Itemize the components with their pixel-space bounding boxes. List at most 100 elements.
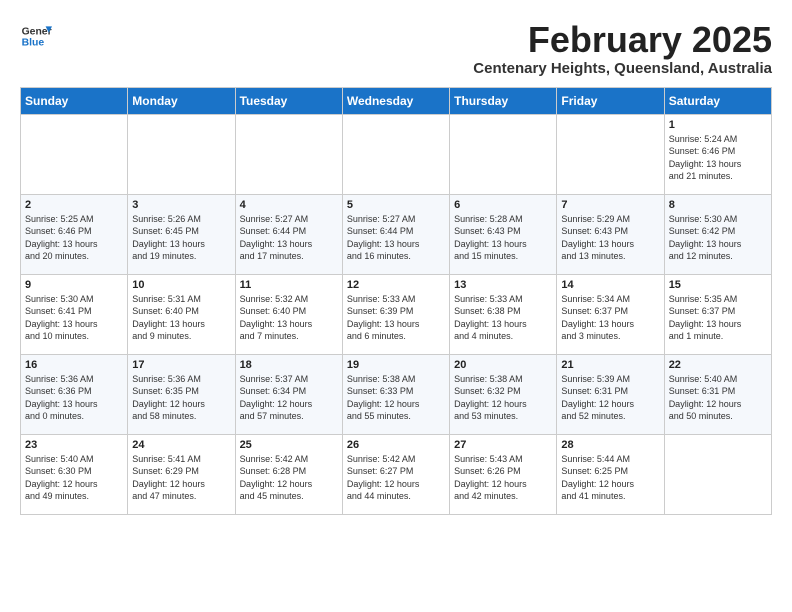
day-info: Sunrise: 5:31 AM Sunset: 6:40 PM Dayligh… (132, 293, 230, 343)
day-info: Sunrise: 5:30 AM Sunset: 6:42 PM Dayligh… (669, 213, 767, 263)
weekday-header-row: SundayMondayTuesdayWednesdayThursdayFrid… (21, 87, 772, 114)
day-info: Sunrise: 5:26 AM Sunset: 6:45 PM Dayligh… (132, 213, 230, 263)
day-number: 25 (240, 439, 338, 451)
day-number: 15 (669, 279, 767, 291)
day-info: Sunrise: 5:43 AM Sunset: 6:26 PM Dayligh… (454, 453, 552, 503)
weekday-header-tuesday: Tuesday (235, 87, 342, 114)
day-info: Sunrise: 5:27 AM Sunset: 6:44 PM Dayligh… (347, 213, 445, 263)
day-number: 17 (132, 359, 230, 371)
calendar-cell: 17 Sunrise: 5:36 AM Sunset: 6:35 PM Dayli… (128, 354, 235, 434)
weekday-header-saturday: Saturday (664, 87, 771, 114)
calendar-cell: 9 Sunrise: 5:30 AM Sunset: 6:41 PM Daylig… (21, 274, 128, 354)
day-number: 19 (347, 359, 445, 371)
calendar-cell: 7Sunrise: 5:29 AM Sunset: 6:43 PM Daylig… (557, 194, 664, 274)
day-info: Sunrise: 5:39 AM Sunset: 6:31 PM Dayligh… (561, 373, 659, 423)
calendar-week-2: 2 Sunrise: 5:25 AM Sunset: 6:46 PM Daylig… (21, 194, 772, 274)
calendar-cell: 13Sunrise: 5:33 AM Sunset: 6:38 PM Dayli… (450, 274, 557, 354)
day-info: Sunrise: 5:36 AM Sunset: 6:35 PM Dayligh… (132, 373, 230, 423)
logo-icon: General Blue (20, 20, 52, 52)
day-number: 23 (25, 439, 123, 451)
calendar-week-3: 9 Sunrise: 5:30 AM Sunset: 6:41 PM Daylig… (21, 274, 772, 354)
day-info: Sunrise: 5:28 AM Sunset: 6:43 PM Dayligh… (454, 213, 552, 263)
day-number: 1 (669, 119, 767, 131)
calendar-cell: 28 Sunrise: 5:44 AM Sunset: 6:25 PM Dayli… (557, 434, 664, 514)
weekday-header-monday: Monday (128, 87, 235, 114)
day-number: 4 (240, 199, 338, 211)
day-info: Sunrise: 5:34 AM Sunset: 6:37 PM Dayligh… (561, 293, 659, 343)
day-number: 26 (347, 439, 445, 451)
calendar-week-4: 16 Sunrise: 5:36 AM Sunset: 6:36 PM Dayli… (21, 354, 772, 434)
day-info: Sunrise: 5:35 AM Sunset: 6:37 PM Dayligh… (669, 293, 767, 343)
calendar-cell: 15 Sunrise: 5:35 AM Sunset: 6:37 PM Dayli… (664, 274, 771, 354)
page-header: General Blue February 2025 Centenary Hei… (20, 20, 772, 77)
day-number: 20 (454, 359, 552, 371)
calendar-cell: 24Sunrise: 5:41 AM Sunset: 6:29 PM Dayli… (128, 434, 235, 514)
day-info: Sunrise: 5:40 AM Sunset: 6:30 PM Dayligh… (25, 453, 123, 503)
day-info: Sunrise: 5:32 AM Sunset: 6:40 PM Dayligh… (240, 293, 338, 343)
weekday-header-wednesday: Wednesday (342, 87, 449, 114)
logo: General Blue (20, 20, 52, 52)
calendar-table: SundayMondayTuesdayWednesdayThursdayFrid… (20, 87, 772, 515)
calendar-cell: 26 Sunrise: 5:42 AM Sunset: 6:27 PM Dayli… (342, 434, 449, 514)
weekday-header-friday: Friday (557, 87, 664, 114)
day-number: 6 (454, 199, 552, 211)
calendar-week-5: 23 Sunrise: 5:40 AM Sunset: 6:30 PM Dayli… (21, 434, 772, 514)
calendar-cell: 19 Sunrise: 5:38 AM Sunset: 6:33 PM Dayli… (342, 354, 449, 434)
day-info: Sunrise: 5:29 AM Sunset: 6:43 PM Dayligh… (561, 213, 659, 263)
calendar-cell: 5 Sunrise: 5:27 AM Sunset: 6:44 PM Daylig… (342, 194, 449, 274)
day-info: Sunrise: 5:25 AM Sunset: 6:46 PM Dayligh… (25, 213, 123, 263)
day-info: Sunrise: 5:42 AM Sunset: 6:28 PM Dayligh… (240, 453, 338, 503)
calendar-cell: 11 Sunrise: 5:32 AM Sunset: 6:40 PM Dayli… (235, 274, 342, 354)
day-number: 9 (25, 279, 123, 291)
calendar-cell: 10 Sunrise: 5:31 AM Sunset: 6:40 PM Dayli… (128, 274, 235, 354)
title-block: February 2025 Centenary Heights, Queensl… (473, 20, 772, 77)
day-info: Sunrise: 5:37 AM Sunset: 6:34 PM Dayligh… (240, 373, 338, 423)
day-number: 28 (561, 439, 659, 451)
day-number: 13 (454, 279, 552, 291)
day-info: Sunrise: 5:38 AM Sunset: 6:33 PM Dayligh… (347, 373, 445, 423)
calendar-cell: 22 Sunrise: 5:40 AM Sunset: 6:31 PM Dayli… (664, 354, 771, 434)
calendar-cell: 6 Sunrise: 5:28 AM Sunset: 6:43 PM Daylig… (450, 194, 557, 274)
day-number: 11 (240, 279, 338, 291)
day-info: Sunrise: 5:42 AM Sunset: 6:27 PM Dayligh… (347, 453, 445, 503)
calendar-cell: 3 Sunrise: 5:26 AM Sunset: 6:45 PM Daylig… (128, 194, 235, 274)
day-number: 5 (347, 199, 445, 211)
calendar-week-1: 1 Sunrise: 5:24 AM Sunset: 6:46 PM Daylig… (21, 114, 772, 194)
day-number: 18 (240, 359, 338, 371)
calendar-cell: 18 Sunrise: 5:37 AM Sunset: 6:34 PM Dayli… (235, 354, 342, 434)
day-number: 16 (25, 359, 123, 371)
calendar-cell: 12 Sunrise: 5:33 AM Sunset: 6:39 PM Dayli… (342, 274, 449, 354)
svg-text:Blue: Blue (22, 38, 45, 49)
calendar-cell: 27Sunrise: 5:43 AM Sunset: 6:26 PM Dayli… (450, 434, 557, 514)
calendar-cell (235, 114, 342, 194)
day-number: 8 (669, 199, 767, 211)
day-info: Sunrise: 5:41 AM Sunset: 6:29 PM Dayligh… (132, 453, 230, 503)
calendar-cell: 25 Sunrise: 5:42 AM Sunset: 6:28 PM Dayli… (235, 434, 342, 514)
day-info: Sunrise: 5:33 AM Sunset: 6:39 PM Dayligh… (347, 293, 445, 343)
calendar-cell: 4 Sunrise: 5:27 AM Sunset: 6:44 PM Daylig… (235, 194, 342, 274)
day-number: 10 (132, 279, 230, 291)
day-number: 2 (25, 199, 123, 211)
day-number: 3 (132, 199, 230, 211)
day-number: 21 (561, 359, 659, 371)
subtitle: Centenary Heights, Queensland, Australia (473, 60, 772, 77)
day-info: Sunrise: 5:40 AM Sunset: 6:31 PM Dayligh… (669, 373, 767, 423)
weekday-header-sunday: Sunday (21, 87, 128, 114)
day-number: 22 (669, 359, 767, 371)
day-info: Sunrise: 5:44 AM Sunset: 6:25 PM Dayligh… (561, 453, 659, 503)
calendar-cell: 23 Sunrise: 5:40 AM Sunset: 6:30 PM Dayli… (21, 434, 128, 514)
day-info: Sunrise: 5:24 AM Sunset: 6:46 PM Dayligh… (669, 133, 767, 183)
day-info: Sunrise: 5:27 AM Sunset: 6:44 PM Dayligh… (240, 213, 338, 263)
day-info: Sunrise: 5:30 AM Sunset: 6:41 PM Dayligh… (25, 293, 123, 343)
calendar-cell: 20 Sunrise: 5:38 AM Sunset: 6:32 PM Dayli… (450, 354, 557, 434)
calendar-cell (21, 114, 128, 194)
weekday-header-thursday: Thursday (450, 87, 557, 114)
calendar-cell: 8 Sunrise: 5:30 AM Sunset: 6:42 PM Daylig… (664, 194, 771, 274)
calendar-cell (664, 434, 771, 514)
calendar-cell: 16 Sunrise: 5:36 AM Sunset: 6:36 PM Dayli… (21, 354, 128, 434)
calendar-cell (342, 114, 449, 194)
calendar-cell: 14Sunrise: 5:34 AM Sunset: 6:37 PM Dayli… (557, 274, 664, 354)
day-info: Sunrise: 5:38 AM Sunset: 6:32 PM Dayligh… (454, 373, 552, 423)
day-info: Sunrise: 5:36 AM Sunset: 6:36 PM Dayligh… (25, 373, 123, 423)
day-number: 12 (347, 279, 445, 291)
